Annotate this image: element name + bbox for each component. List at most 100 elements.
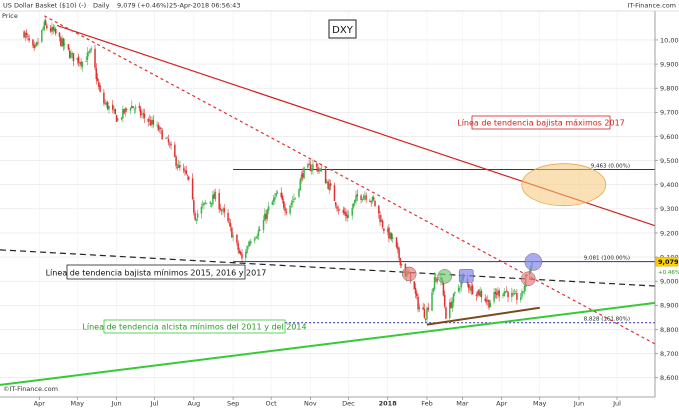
- candle-body: [400, 263, 403, 266]
- candle-body: [185, 170, 187, 174]
- candle-body: [374, 200, 376, 206]
- candle-body: [152, 119, 155, 125]
- candle-body: [347, 215, 350, 218]
- candle-body: [276, 192, 279, 194]
- candle-body: [289, 205, 291, 214]
- candle-body: [329, 183, 332, 186]
- x-tick-label: Jul: [150, 400, 159, 408]
- candle-body: [41, 29, 43, 42]
- y-tick-label: 8,800: [660, 326, 679, 334]
- candle-body: [62, 38, 65, 46]
- x-tick-label: Aug: [187, 400, 200, 408]
- candle-body: [223, 208, 225, 213]
- candle-body: [378, 205, 380, 214]
- header-title: US Dollar Basket ($10) (-): [3, 2, 86, 10]
- x-tick-label: Mar: [456, 400, 469, 408]
- candle-body: [256, 236, 258, 239]
- candle-body: [257, 230, 260, 237]
- candle-body: [427, 307, 429, 310]
- candle-body: [426, 308, 428, 320]
- candle-body: [96, 77, 99, 81]
- target-zone: [521, 163, 607, 207]
- x-tick-label: May: [71, 400, 85, 408]
- y-tick-label: 10,000: [660, 36, 679, 44]
- x-tick-label: Dec: [342, 400, 355, 408]
- y-tick-label: 8,600: [660, 374, 679, 382]
- candle-body: [193, 200, 195, 213]
- candle-body: [338, 209, 341, 211]
- candle-body: [174, 144, 176, 157]
- candle-body: [281, 195, 284, 201]
- candle-body: [214, 192, 217, 200]
- candle-body: [489, 302, 492, 308]
- candle-body: [274, 196, 276, 200]
- candle-body: [324, 169, 327, 184]
- candle-body: [431, 292, 433, 311]
- candle: [115, 114, 118, 122]
- candle-body: [511, 292, 513, 298]
- candle-body: [112, 104, 114, 110]
- candle-body: [138, 105, 141, 109]
- candle-body: [191, 178, 194, 199]
- candle-body: [129, 108, 132, 111]
- candle-body: [507, 291, 509, 298]
- candle-body: [362, 196, 365, 200]
- chart-canvas: Apr May Jun Jul Aug Sep Oct Nov Dec 2018 Feb Mar Apr…: [0, 0, 679, 408]
- candle-body: [383, 228, 385, 232]
- candle-body: [143, 113, 146, 118]
- x-tick-label: May: [533, 400, 547, 408]
- candle-body: [166, 137, 168, 139]
- candle-body: [85, 61, 87, 62]
- candle-body: [220, 210, 223, 212]
- candle-body: [90, 48, 92, 50]
- copyright-footer: ©IT-Finance.com: [3, 385, 58, 393]
- candle-body: [266, 209, 269, 219]
- candle-body: [44, 20, 47, 25]
- x-tick-label: 2018: [379, 400, 398, 408]
- touch-marker: [458, 269, 474, 283]
- candle-body: [195, 218, 198, 221]
- candle-body: [416, 293, 418, 297]
- y-tick-label: 8,700: [660, 350, 679, 358]
- header-quote: 9,079 (+0.46%): [117, 2, 169, 10]
- candle-body: [321, 169, 323, 170]
- candle-body: [504, 291, 507, 293]
- y-tick-label: 9,000: [660, 278, 679, 286]
- candle-body: [142, 113, 144, 114]
- y-tick-label: 9,400: [660, 181, 679, 189]
- candle-body: [436, 278, 438, 282]
- y-tick-label: 9,300: [660, 205, 679, 213]
- candle-body: [182, 168, 185, 171]
- candle-body: [445, 307, 447, 319]
- candle-body: [46, 25, 48, 29]
- candle-body: [246, 246, 248, 253]
- candle-body: [200, 206, 203, 214]
- candle-body: [188, 176, 190, 180]
- candle-body: [315, 163, 318, 167]
- candle-body: [232, 235, 234, 237]
- x-tick-label: Oct: [265, 400, 277, 408]
- change-label: +0.46%: [658, 270, 679, 276]
- candle-body: [298, 189, 300, 197]
- candle-body: [37, 42, 39, 44]
- candle-body: [196, 213, 199, 218]
- candle-body: [312, 164, 314, 170]
- candle-body: [459, 288, 461, 290]
- header-brand: IT-Finance.com: [628, 2, 676, 10]
- y-tick-label: 9,200: [660, 229, 679, 237]
- candle-body: [86, 52, 89, 61]
- last-price-label: 9,079: [658, 258, 679, 266]
- candle-body: [170, 144, 172, 146]
- candle: [114, 108, 117, 115]
- annotation-bearish-highs-2017: Línea de tendencia bajista máximos 2017: [457, 119, 625, 128]
- candle-body: [175, 156, 177, 167]
- y-tick-label: 9,500: [660, 157, 679, 165]
- candle-body: [35, 42, 38, 46]
- candle-body: [516, 293, 518, 300]
- y-tick-label: 9,600: [660, 133, 679, 141]
- candle-body: [27, 35, 29, 37]
- candle-body: [58, 32, 61, 38]
- candle-body: [108, 105, 110, 110]
- candle-body: [133, 109, 136, 111]
- candle-body: [237, 243, 239, 251]
